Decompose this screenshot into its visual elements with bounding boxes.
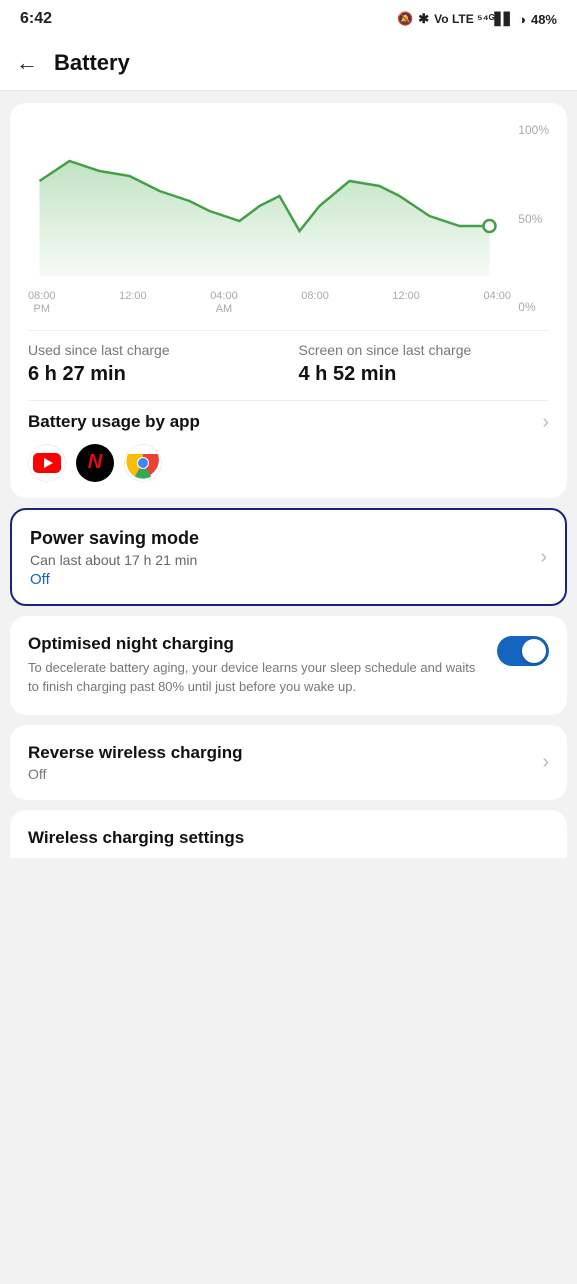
chart-x-label-4: 08:00 — [301, 290, 329, 316]
netflix-app-icon[interactable]: N — [76, 444, 114, 482]
youtube-icon-svg — [33, 453, 61, 473]
screen-on-stat: Screen on since last charge 4 h 52 min — [299, 341, 550, 386]
power-saving-status: Off — [30, 571, 199, 588]
power-saving-row: Power saving mode Can last about 17 h 21… — [30, 528, 547, 588]
battery-chart-area: 100% 50% 0% — [28, 121, 549, 316]
night-charging-title: Optimised night charging — [28, 634, 485, 654]
wireless-charging-card[interactable]: Wireless charging settings — [10, 810, 567, 858]
chart-x-label-1: 08:00PM — [28, 290, 56, 316]
status-time: 6:42 — [20, 10, 52, 28]
signal-icon: Vo LTE ⁵⁴ᴳ▋▋ — [434, 12, 513, 26]
reverse-wireless-text: Reverse wireless charging Off — [28, 743, 243, 782]
chart-y-label-mid: 50% — [518, 212, 549, 226]
night-charging-text: Optimised night charging To decelerate b… — [28, 634, 485, 697]
chart-divider — [28, 330, 549, 331]
used-since-value: 6 h 27 min — [28, 363, 279, 386]
chart-y-labels: 100% 50% 0% — [518, 121, 549, 316]
screen-on-value: 4 h 52 min — [299, 363, 550, 386]
night-charging-card: Optimised night charging To decelerate b… — [10, 616, 567, 715]
netflix-icon-letter: N — [88, 451, 102, 474]
app-icons-row: N — [28, 444, 549, 482]
chart-y-label-top: 100% — [518, 123, 549, 137]
chrome-app-icon[interactable] — [124, 444, 162, 482]
night-charging-toggle-wrap[interactable] — [497, 636, 549, 666]
power-saving-card[interactable]: Power saving mode Can last about 17 h 21… — [10, 508, 567, 606]
chart-x-label-5: 12:00 — [392, 290, 420, 316]
battery-percent: 48% — [531, 12, 557, 27]
battery-chart-svg — [28, 121, 511, 281]
chrome-icon-svg — [125, 445, 161, 481]
power-saving-text: Power saving mode Can last about 17 h 21… — [30, 528, 199, 588]
battery-icon: ◑ — [518, 12, 526, 27]
reverse-wireless-chevron-icon: › — [542, 751, 549, 774]
bluetooth-icon: ✱ — [418, 11, 429, 27]
screen-on-label: Screen on since last charge — [299, 341, 550, 361]
reverse-wireless-status: Off — [28, 766, 243, 782]
night-charging-desc: To decelerate battery aging, your device… — [28, 658, 485, 697]
night-charging-toggle[interactable] — [497, 636, 549, 666]
chart-y-label-bot: 0% — [518, 300, 549, 314]
battery-chart-card: 100% 50% 0% — [10, 103, 567, 498]
chart-endpoint-dot — [484, 220, 496, 232]
reverse-wireless-title: Reverse wireless charging — [28, 743, 243, 763]
reverse-wireless-row: Reverse wireless charging Off › — [28, 743, 549, 782]
chart-x-labels: 08:00PM 12:00 04:00AM 08:00 12:00 04:00 — [28, 290, 549, 316]
main-content: 100% 50% 0% — [0, 91, 577, 870]
back-button[interactable]: ← — [16, 50, 38, 76]
battery-usage-section-header[interactable]: Battery usage by app › — [28, 411, 549, 434]
battery-usage-chevron-icon: › — [542, 411, 549, 434]
status-bar: 6:42 🔕 ✱ Vo LTE ⁵⁴ᴳ▋▋ ◑ 48% — [0, 0, 577, 36]
chart-x-label-3: 04:00AM — [210, 290, 238, 316]
chart-x-label-6: 04:00 — [483, 290, 511, 316]
chart-x-label-2: 12:00 — [119, 290, 147, 316]
status-icons: 🔕 ✱ Vo LTE ⁵⁴ᴳ▋▋ ◑ 48% — [397, 11, 557, 27]
mute-icon: 🔕 — [397, 11, 413, 27]
usage-stats: Used since last charge 6 h 27 min Screen… — [28, 341, 549, 386]
youtube-app-icon[interactable] — [28, 444, 66, 482]
chart-svg-container — [28, 121, 549, 286]
chart-area-fill — [40, 161, 490, 276]
battery-usage-title: Battery usage by app — [28, 412, 200, 432]
page-title: Battery — [54, 50, 130, 76]
used-since-charge-stat: Used since last charge 6 h 27 min — [28, 341, 279, 386]
night-charging-row: Optimised night charging To decelerate b… — [28, 634, 549, 697]
power-saving-title: Power saving mode — [30, 528, 199, 549]
stats-divider — [28, 400, 549, 401]
power-saving-desc: Can last about 17 h 21 min — [30, 552, 199, 568]
reverse-wireless-card[interactable]: Reverse wireless charging Off › — [10, 725, 567, 800]
page-header: ← Battery — [0, 36, 577, 91]
wireless-charging-title: Wireless charging settings — [28, 828, 549, 848]
power-saving-chevron-icon: › — [540, 546, 547, 569]
used-since-label: Used since last charge — [28, 341, 279, 361]
